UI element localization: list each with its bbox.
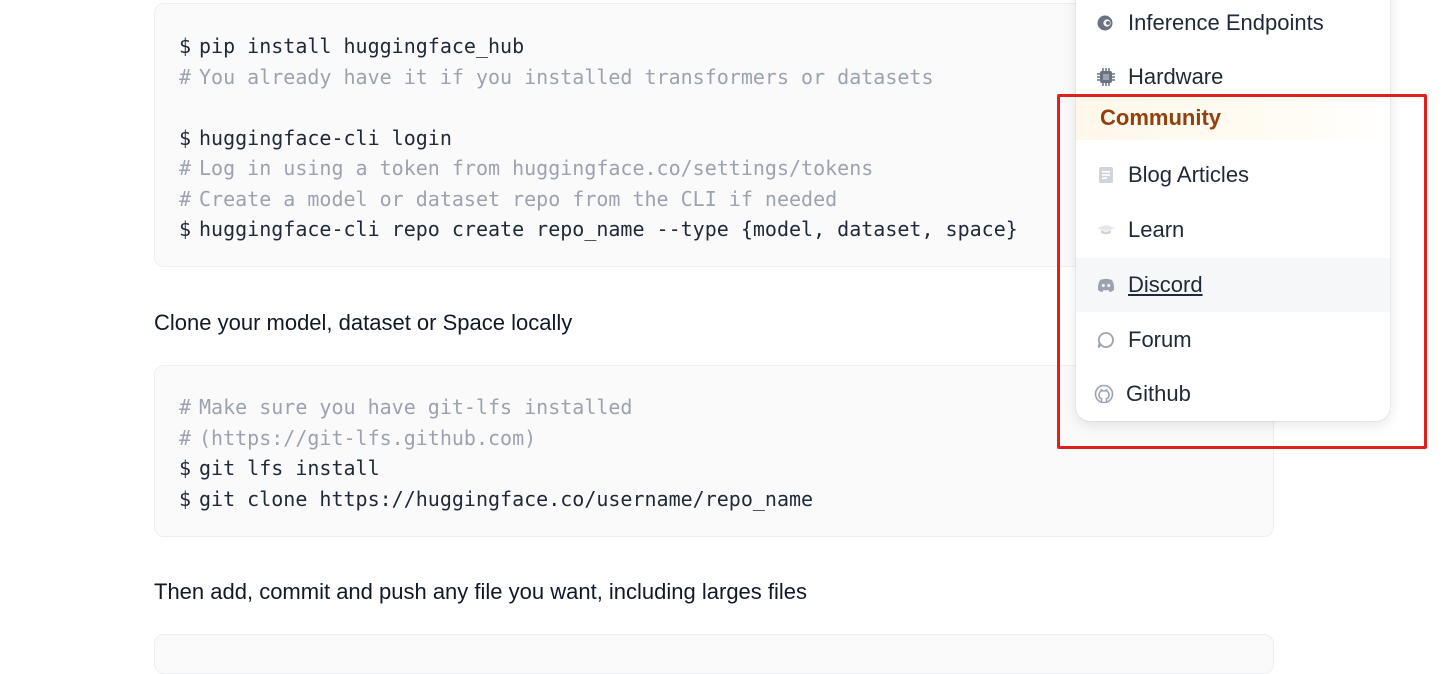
code-prompt: $: [179, 486, 192, 511]
code-line: $ git lfs install: [179, 453, 1273, 484]
discord-icon: [1096, 275, 1116, 295]
chip-icon: [1096, 67, 1116, 87]
menu-item-discord[interactable]: Discord: [1076, 258, 1390, 312]
code-text: huggingface-cli login: [199, 125, 452, 150]
paragraph-push: Then add, commit and push any file you w…: [154, 579, 808, 604]
code-prompt: #: [179, 425, 192, 450]
code-prompt: $: [179, 34, 192, 58]
code-prompt: #: [179, 64, 192, 89]
code-text: git clone https://huggingface.co/usernam…: [199, 486, 814, 511]
menu-item-github[interactable]: Github: [1076, 367, 1390, 421]
code-text: pip install huggingface_hub: [199, 34, 525, 58]
code-text: You already have it if you installed tra…: [199, 64, 934, 89]
code-prompt: $: [179, 125, 192, 150]
code-prompt: #: [179, 395, 192, 419]
menu-item-inference-endpoints[interactable]: Inference Endpoints: [1076, 0, 1390, 50]
code-line: $ git clone https://huggingface.co/userna…: [179, 484, 1273, 515]
code-text: Create a model or dataset repo from the …: [199, 186, 838, 211]
chat-bubble-icon: [1096, 330, 1116, 350]
menu-item-forum[interactable]: Forum: [1076, 313, 1390, 367]
code-prompt: $: [179, 456, 192, 480]
code-text: (https://git-lfs.github.com): [199, 425, 537, 450]
menu-item-label: Discord: [1128, 272, 1203, 297]
document-icon: [1096, 165, 1116, 185]
menu-item-learn[interactable]: Learn: [1076, 203, 1390, 257]
menu-item-label: Github: [1126, 381, 1191, 406]
code-text: huggingface-cli repo create repo_name --…: [199, 217, 1018, 241]
code-text: Make sure you have git-lfs installed: [199, 395, 633, 419]
code-prompt: $: [179, 217, 192, 241]
code-text: Log in using a token from huggingface.co…: [199, 156, 874, 180]
paragraph-clone: Clone your model, dataset or Space local…: [154, 310, 573, 335]
code-prompt: #: [179, 156, 192, 180]
inference-endpoints-icon: [1096, 13, 1116, 33]
github-icon: [1094, 384, 1114, 404]
menu-item-label: Blog Articles: [1128, 162, 1250, 187]
code-text: git lfs install: [199, 456, 380, 480]
graduation-cap-icon: [1096, 220, 1116, 240]
code-line: # (https://git-lfs.github.com): [179, 423, 1273, 454]
menu-item-label: Hardware: [1128, 64, 1224, 89]
menu-item-label: Inference Endpoints: [1128, 10, 1324, 35]
menu-section-header-community: Community: [1076, 96, 1390, 140]
navigation-dropdown-menu: Inference Endpoints Hardware Community B…: [1076, 0, 1390, 421]
menu-item-blog-articles[interactable]: Blog Articles: [1076, 148, 1390, 202]
menu-item-label: Forum: [1128, 327, 1192, 352]
code-prompt: #: [179, 186, 192, 211]
code-block-push: [154, 634, 1274, 674]
menu-item-label: Learn: [1128, 217, 1185, 242]
